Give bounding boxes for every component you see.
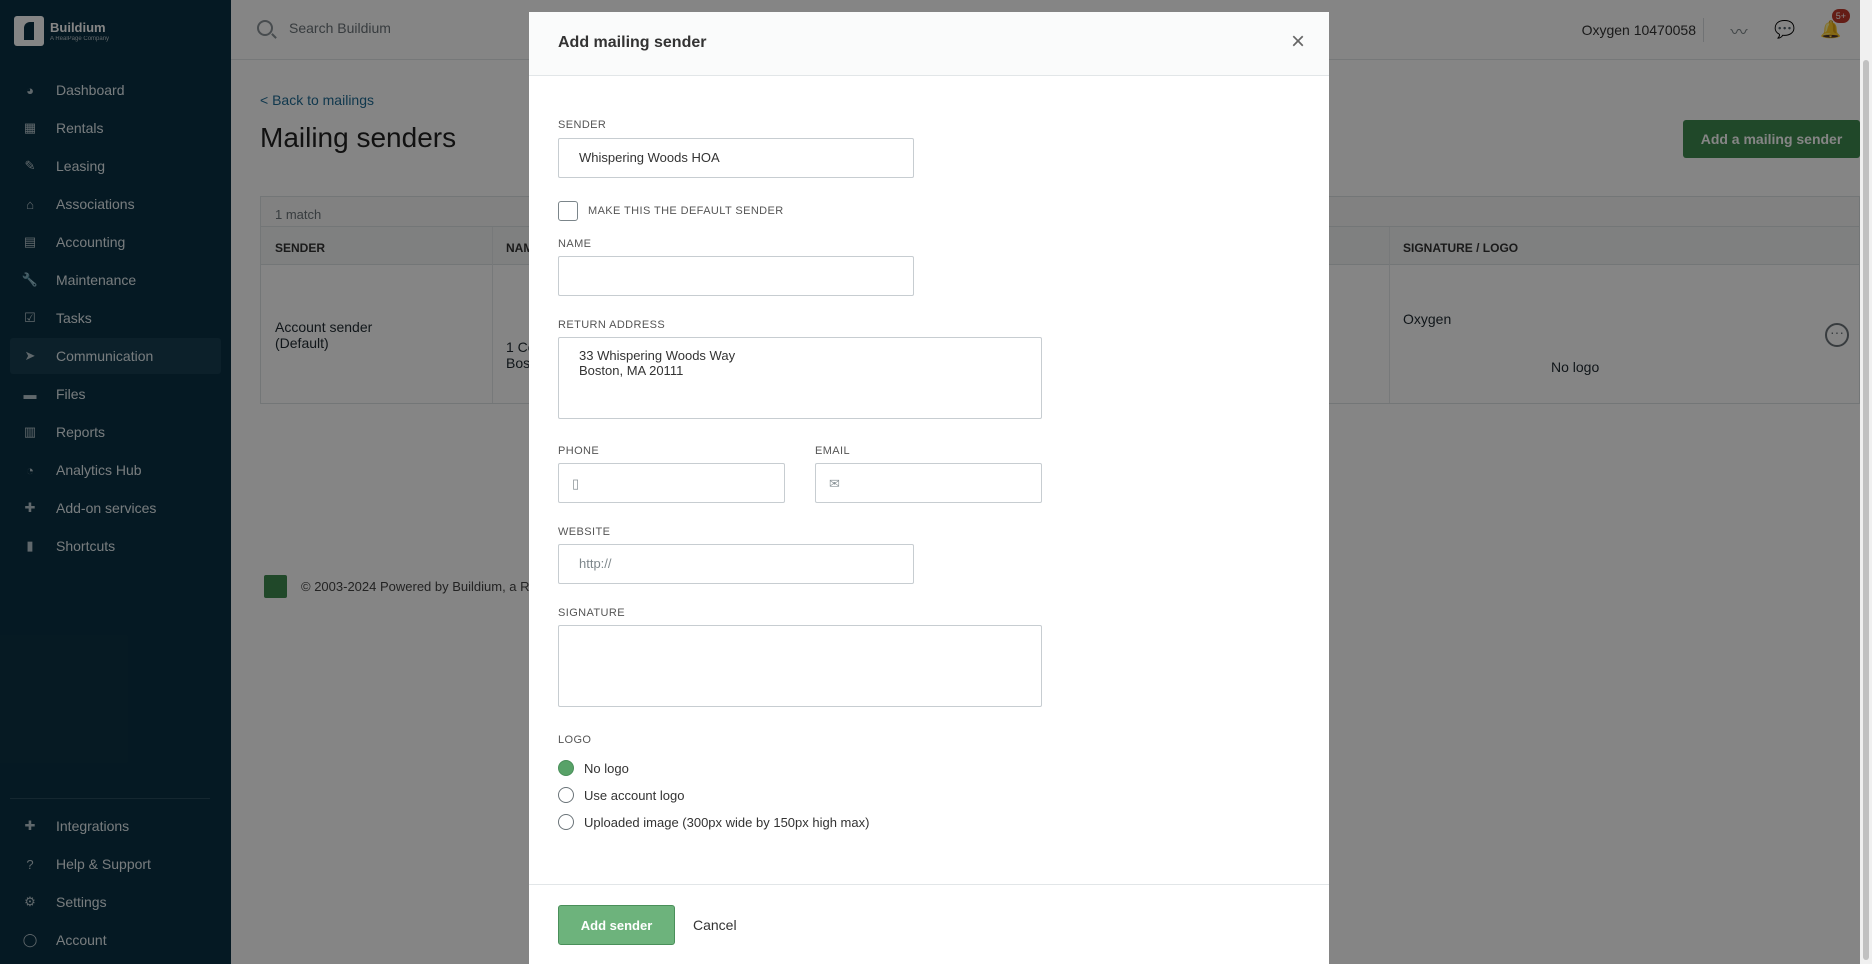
email-input[interactable]: ✉ <box>815 463 1042 503</box>
cancel-button[interactable]: Cancel <box>693 917 737 933</box>
default-sender-label: MAKE THIS THE DEFAULT SENDER <box>588 205 784 217</box>
signature-label: SIGNATURE <box>558 607 625 619</box>
name-label: NAME <box>558 238 592 250</box>
dialog-title: Add mailing sender <box>558 34 707 51</box>
sender-label: SENDER <box>558 119 607 131</box>
dialog-footer: Add sender Cancel <box>529 884 1329 964</box>
dialog-header: Add mailing sender × <box>529 12 1329 76</box>
add-mailing-sender-dialog: Add mailing sender × SENDER Whispering W… <box>529 12 1329 964</box>
envelope-icon: ✉ <box>829 476 840 491</box>
page-scrollbar[interactable] <box>1860 0 1872 964</box>
phone-input[interactable]: ▯ <box>558 463 785 503</box>
mobile-phone-icon: ▯ <box>572 476 580 491</box>
return-address-label: RETURN ADDRESS <box>558 319 666 331</box>
name-input[interactable] <box>558 256 914 296</box>
uploaded-image-label[interactable]: Uploaded image (300px wide by 150px high… <box>584 815 869 830</box>
account-logo-radio[interactable] <box>558 787 574 803</box>
phone-label: PHONE <box>558 445 600 457</box>
email-label: EMAIL <box>815 445 851 457</box>
logo-label: LOGO <box>558 734 592 746</box>
website-label: WEBSITE <box>558 526 611 538</box>
signature-textarea[interactable] <box>558 625 1042 707</box>
uploaded-image-radio[interactable] <box>558 814 574 830</box>
scrollbar-thumb[interactable] <box>1863 60 1869 960</box>
default-sender-checkbox[interactable] <box>558 201 578 221</box>
account-logo-label[interactable]: Use account logo <box>584 788 684 803</box>
no-logo-radio[interactable] <box>558 760 574 776</box>
add-sender-button[interactable]: Add sender <box>558 905 675 945</box>
website-input[interactable]: http:// <box>558 544 914 584</box>
sender-input[interactable]: Whispering Woods HOA <box>558 138 914 178</box>
close-icon[interactable]: × <box>1291 30 1305 54</box>
no-logo-label[interactable]: No logo <box>584 761 629 776</box>
return-address-textarea[interactable]: 33 Whispering Woods Way Boston, MA 20111 <box>558 337 1042 419</box>
